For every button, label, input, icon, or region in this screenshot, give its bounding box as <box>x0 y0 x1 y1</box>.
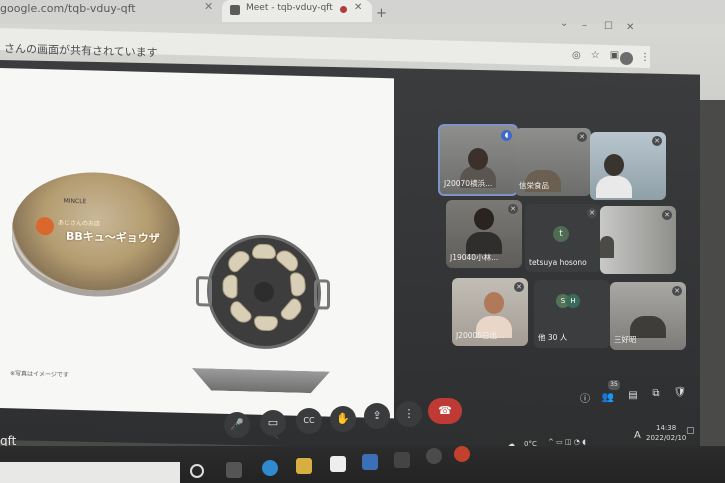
skillet-handle <box>196 276 212 307</box>
participant-tile[interactable]: t ✕ tetsuya hosono <box>525 204 601 272</box>
participant-tile[interactable]: ✕ J20005日出... <box>452 278 528 346</box>
maximize-button[interactable]: ☐ <box>604 21 613 32</box>
plate-image <box>192 368 330 394</box>
participant-video <box>484 292 504 314</box>
gyoza <box>252 243 276 260</box>
participant-name: J20005日出... <box>456 331 505 340</box>
powerpoint-icon[interactable] <box>454 446 470 462</box>
speaking-indicator-icon: ◖ <box>501 130 512 141</box>
flame-icon <box>36 216 54 236</box>
meeting-info-button[interactable]: ⓘ <box>577 392 593 408</box>
new-tab-button[interactable]: + <box>376 6 387 21</box>
close-tab-button[interactable]: ✕ <box>354 2 362 13</box>
participant-tile[interactable]: ✕ 三好昭 <box>610 282 686 350</box>
chrome-icon[interactable] <box>426 448 442 464</box>
weather-icon[interactable]: ☁ <box>508 440 515 448</box>
tab-url-fragment[interactable]: google.com/tqb-vduy-qft <box>0 2 136 15</box>
recording-dot-icon <box>340 6 347 13</box>
participant-name: 信栄食品 <box>519 181 549 190</box>
file-explorer-icon[interactable] <box>296 458 312 474</box>
tray-brand-label: MINCLE <box>63 197 87 206</box>
people-count-badge: 35 <box>608 380 620 390</box>
participant-avatar: H <box>566 294 580 308</box>
participant-name: J20070横浜... <box>444 179 493 188</box>
camera-button[interactable]: ▭ <box>260 410 286 436</box>
mic-off-icon: ✕ <box>587 208 597 218</box>
participant-tile[interactable]: ✕ 信栄食品 <box>515 128 591 196</box>
participant-name: 三好昭 <box>614 335 637 344</box>
tray-icons[interactable]: ^ ▭ ◫ ◔ ◖ <box>548 438 586 446</box>
mic-off-icon: ✕ <box>514 282 524 292</box>
task-view-icon[interactable] <box>226 462 242 478</box>
participant-video <box>604 154 624 176</box>
more-options-button[interactable]: ⋮ <box>396 401 422 427</box>
gyoza <box>289 271 307 297</box>
notification-icon[interactable]: ▢ <box>686 426 695 436</box>
captions-button[interactable]: CC <box>296 408 322 434</box>
participant-video <box>474 208 494 230</box>
projected-screen-edge <box>0 462 180 483</box>
gyoza <box>254 315 278 332</box>
close-window-button[interactable]: ✕ <box>626 22 634 33</box>
participant-tile[interactable]: ◖ J20070横浜... <box>438 124 518 196</box>
minimize-button[interactable]: – <box>582 20 587 31</box>
mic-off-icon: ✕ <box>652 136 662 146</box>
gyoza <box>226 298 254 327</box>
end-call-button[interactable]: ☎ <box>428 398 462 424</box>
tab-meet[interactable]: Meet - tqb-vduy-qft ✕ <box>222 0 372 22</box>
clock-date[interactable]: 2022/02/10 <box>646 434 686 442</box>
tray-subtitle: あじさんのお店 <box>58 219 101 228</box>
chat-button[interactable]: ▤ <box>625 388 641 404</box>
microphone-button[interactable]: 🎤 <box>224 412 250 438</box>
mic-off-icon: ✕ <box>662 210 672 220</box>
activities-button[interactable]: ⧉ <box>648 386 664 402</box>
participant-tile[interactable]: ✕ <box>590 132 666 200</box>
search-icon[interactable] <box>190 464 204 478</box>
skillet-handle <box>314 279 330 310</box>
skillet-image <box>196 233 330 351</box>
gyoza <box>222 274 238 299</box>
gyoza <box>273 246 303 274</box>
host-controls-button[interactable]: 🛡 <box>672 385 688 401</box>
participant-tile[interactable]: ✕ J19040小林... <box>446 200 522 268</box>
gyoza-tray-image: MINCLE あじさんのお店 BBキュ〜ギョウザ <box>12 170 180 293</box>
clock-time[interactable]: 14:38 <box>656 424 676 432</box>
participant-tile[interactable]: ✕ <box>600 206 676 274</box>
tab-search-button[interactable]: ⌄ <box>560 18 568 29</box>
skillet-center <box>254 281 274 303</box>
mail-icon[interactable] <box>362 454 378 470</box>
mic-off-icon: ✕ <box>577 132 587 142</box>
edge-browser-icon[interactable] <box>262 460 278 476</box>
participant-name: J19040小林... <box>450 253 499 262</box>
close-tab-button[interactable]: ✕ <box>204 0 213 13</box>
tab-strip: google.com/tqb-vduy-qft ✕ Meet - tqb-vdu… <box>0 0 725 33</box>
tray-title: BBキュ〜ギョウザ <box>66 229 160 246</box>
meet-favicon-icon <box>230 5 240 15</box>
app-icon[interactable] <box>394 452 410 468</box>
participant-avatar: t <box>553 226 569 242</box>
participant-video <box>600 236 614 258</box>
ime-indicator[interactable]: A <box>634 430 641 441</box>
tab-title: Meet - tqb-vduy-qft <box>246 3 333 13</box>
mic-off-icon: ✕ <box>672 286 682 296</box>
present-button[interactable]: ⇪ <box>364 403 390 429</box>
others-count-label: 他 30 人 <box>538 333 568 342</box>
weather-temp[interactable]: 0°C <box>524 440 537 448</box>
people-button[interactable]: 👥 <box>600 390 616 406</box>
image-note: ※写真はイメージです <box>10 370 69 379</box>
participant-video <box>468 148 488 170</box>
gyoza <box>278 296 306 325</box>
browser-menu-button[interactable]: ⋮ <box>640 52 650 63</box>
store-icon[interactable] <box>330 456 346 472</box>
participant-tile[interactable]: S H 他 30 人 <box>534 280 610 348</box>
raise-hand-button[interactable]: ✋ <box>330 406 356 432</box>
mic-off-icon: ✕ <box>508 204 518 214</box>
gyoza <box>224 247 252 275</box>
participant-video <box>466 232 502 254</box>
shared-screen-slide: MINCLE あじさんのお店 BBキュ〜ギョウザ ※写真はイメージです ↖ <box>0 68 394 442</box>
participant-name: tetsuya hosono <box>529 258 587 267</box>
participant-video <box>596 176 632 198</box>
